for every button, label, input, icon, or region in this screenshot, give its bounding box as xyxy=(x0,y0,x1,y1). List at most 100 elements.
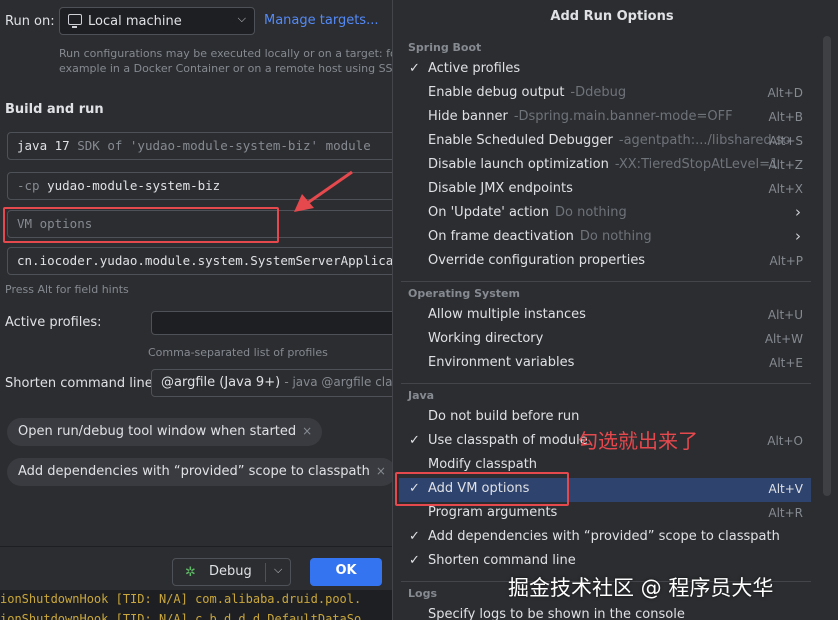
annotation-text: 勾选就出来了 xyxy=(578,429,698,453)
active-profiles-hint: Comma-separated list of profiles xyxy=(148,346,328,359)
option-shortcut: Alt+E xyxy=(769,356,803,370)
option-disable-launch-optimization[interactable]: Disable launch optimization -XX:TieredSto… xyxy=(399,154,811,178)
option-environment-variables[interactable]: Environment variables Alt+E xyxy=(399,352,811,376)
option-active-profiles[interactable]: ✓ Active profiles xyxy=(399,58,811,82)
popup-scrollbar[interactable] xyxy=(823,36,831,496)
chip-open-tool-window: Open run/debug tool window when started × xyxy=(7,418,323,446)
option-label: Use classpath of module xyxy=(428,433,588,448)
chevron-down-icon[interactable]: ⌵ xyxy=(274,563,282,577)
run-configuration-panel: Run on: Local machine ⌵ Manage targets..… xyxy=(0,0,392,620)
classpath-prefix: -cp xyxy=(17,178,40,193)
option-shortcut: Alt+W xyxy=(764,332,803,346)
option-label: Do not build before run xyxy=(428,409,580,424)
option-shortcut: Alt+Z xyxy=(768,158,803,172)
checkmark-icon: ✓ xyxy=(409,529,420,544)
option-description: Do nothing xyxy=(579,229,652,244)
option-description: -Ddebug xyxy=(570,85,627,100)
classpath-value: yudao-module-system-biz xyxy=(47,178,221,193)
section-divider xyxy=(401,281,811,282)
section-java: Java xyxy=(408,389,435,402)
java-version: java 17 xyxy=(17,138,70,153)
option-hide-banner[interactable]: Hide banner -Dspring.main.banner-mode=OFF… xyxy=(399,106,811,130)
option-add-dependencies-with-provided-scope-to-classpath[interactable]: ✓ Add dependencies with “provided” scope … xyxy=(399,526,811,550)
option-shortcut: Alt+B xyxy=(768,110,803,124)
option-label: Enable debug output -Ddebug xyxy=(428,85,627,100)
option-label: Environment variables xyxy=(428,355,575,370)
option-label: Working directory xyxy=(428,331,544,346)
chevron-right-icon: › xyxy=(795,227,801,245)
console-line: ionShutdownHook [TID: N/A] com.alibaba.d… xyxy=(0,590,392,610)
option-description: Do nothing xyxy=(554,205,627,220)
option-shortcut: Alt+D xyxy=(767,86,803,100)
option-label: On 'Update' action Do nothing xyxy=(428,205,627,220)
chip-label: Add dependencies with “provided” scope t… xyxy=(18,464,370,479)
section-divider xyxy=(401,383,811,384)
active-profiles-input[interactable] xyxy=(151,311,392,335)
shorten-command-value: @argfile (Java 9+) xyxy=(161,375,281,390)
section-operating-system: Operating System xyxy=(408,287,520,300)
option-description: -Dspring.main.banner-mode=OFF xyxy=(513,109,733,124)
checkmark-icon: ✓ xyxy=(409,61,420,76)
option-disable-jmx-endpoints[interactable]: Disable JMX endpoints Alt+X xyxy=(399,178,811,202)
add-vm-options-highlight xyxy=(395,472,569,506)
dialog-divider xyxy=(0,546,392,547)
option-on-frame-deactivation[interactable]: On frame deactivation Do nothing › xyxy=(399,226,811,250)
section-logs: Logs xyxy=(408,587,437,600)
debug-button[interactable]: ✲ Debug ⌵ xyxy=(172,558,291,586)
option-enable-debug-output[interactable]: Enable debug output -Ddebug Alt+D xyxy=(399,82,811,106)
option-shortcut: Alt+O xyxy=(767,434,803,448)
main-class-value: cn.iocoder.yudao.module.system.SystemSer… xyxy=(17,253,392,268)
section-spring-boot: Spring Boot xyxy=(408,41,482,54)
option-label: Disable JMX endpoints xyxy=(428,181,573,196)
option-specify-logs-to-be-shown-in-the-console[interactable]: Specify logs to be shown in the console xyxy=(399,604,811,620)
java-sdk-desc: SDK of 'yudao-module-system-biz' module xyxy=(77,138,371,153)
popup-title: Add Run Options xyxy=(550,9,674,24)
bug-icon: ✲ xyxy=(185,565,196,580)
shorten-command-select[interactable]: @argfile (Java 9+) - java @argfile class… xyxy=(151,369,392,397)
chevron-right-icon: › xyxy=(795,203,801,221)
build-and-run-heading: Build and run xyxy=(5,102,104,117)
option-description: -XX:TieredStopAtLevel=1 xyxy=(614,157,779,172)
run-on-label: Run on: xyxy=(5,14,55,29)
option-shortcut: Alt+V xyxy=(768,482,803,496)
option-label: Hide banner -Dspring.main.banner-mode=OFF xyxy=(428,109,733,124)
option-label: Program arguments xyxy=(428,505,558,520)
option-label: Allow multiple instances xyxy=(428,307,586,322)
java-sdk-field[interactable]: java 17 SDK of 'yudao-module-system-biz'… xyxy=(7,132,392,160)
option-description: -agentpath:.../libshared.so xyxy=(618,133,791,148)
run-on-hint-line1: Run configurations may be executed local… xyxy=(59,47,392,60)
option-shortcut: Alt+S xyxy=(769,134,803,148)
main-class-field[interactable]: cn.iocoder.yudao.module.system.SystemSer… xyxy=(7,247,392,275)
ok-button[interactable]: OK xyxy=(310,558,382,586)
option-enable-scheduled-debugger[interactable]: Enable Scheduled Debugger -agentpath:.../… xyxy=(399,130,811,154)
manage-targets-link[interactable]: Manage targets... xyxy=(264,13,378,28)
option-label: On frame deactivation Do nothing xyxy=(428,229,652,244)
option-shortcut: Alt+P xyxy=(769,254,803,268)
add-run-options-popup: Add Run Options Spring Boot ✓ Active prof… xyxy=(392,0,838,620)
option-shortcut: Alt+X xyxy=(768,182,803,196)
option-label: Active profiles xyxy=(428,61,521,76)
option-shorten-command-line[interactable]: ✓ Shorten command line xyxy=(399,550,811,574)
option-shortcut: Alt+U xyxy=(767,308,803,322)
run-on-target-select[interactable]: Local machine ⌵ xyxy=(59,7,255,35)
console-line: ionShutdownHook [TID: N/A] c.b.d.d.d.Def… xyxy=(0,610,392,620)
run-on-target-value: Local machine xyxy=(88,14,182,29)
debug-button-label: Debug xyxy=(209,564,252,579)
option-label: Enable Scheduled Debugger -agentpath:.../… xyxy=(428,133,791,148)
option-label: Specify logs to be shown in the console xyxy=(428,607,685,620)
close-icon[interactable]: × xyxy=(302,424,312,438)
monitor-icon xyxy=(68,14,82,28)
option-label: Disable launch optimization -XX:TieredSto… xyxy=(428,157,779,172)
arrow-annotation-icon xyxy=(294,170,353,212)
option-override-configuration-properties[interactable]: Override configuration properties Alt+P xyxy=(399,250,811,274)
option-working-directory[interactable]: Working directory Alt+W xyxy=(399,328,811,352)
option-label: Add dependencies with “provided” scope t… xyxy=(428,529,780,544)
checkmark-icon: ✓ xyxy=(409,553,420,568)
checkmark-icon: ✓ xyxy=(409,433,420,448)
option-label: Override configuration properties xyxy=(428,253,646,268)
option-on-update-action[interactable]: On 'Update' action Do nothing › xyxy=(399,202,811,226)
close-icon[interactable]: × xyxy=(376,464,386,478)
option-allow-multiple-instances[interactable]: Allow multiple instances Alt+U xyxy=(399,304,811,328)
chevron-down-icon: ⌵ xyxy=(237,12,246,25)
run-on-hint-line2: example in a Docker Container or on a re… xyxy=(59,62,392,75)
